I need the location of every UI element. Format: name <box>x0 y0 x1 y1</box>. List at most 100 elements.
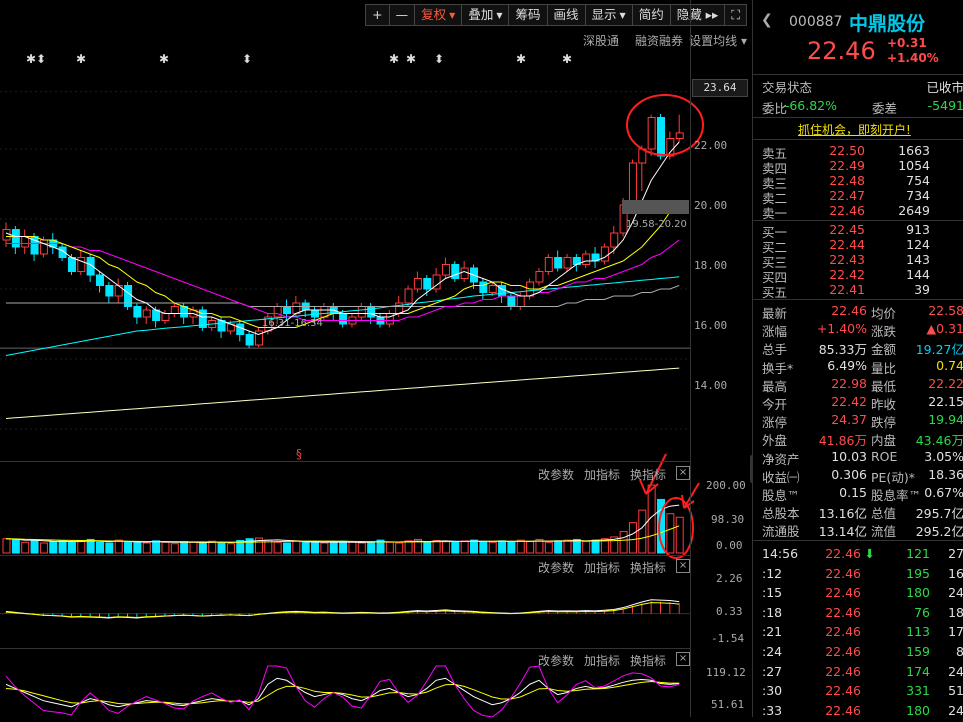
event-marker-icon[interactable]: ✱ <box>406 52 416 66</box>
tick-time: 14:56 <box>762 546 799 561</box>
candle-body <box>404 288 413 304</box>
candle-body <box>161 313 170 321</box>
stat-value: 3.05% <box>924 448 963 464</box>
volume-bar <box>198 542 207 554</box>
stat-value: 22.15 <box>928 394 963 409</box>
tick-count: 24 <box>948 585 963 601</box>
separator <box>753 299 963 300</box>
tick-price: 22.46 <box>825 604 861 620</box>
volume-bar <box>404 540 413 554</box>
candle-body <box>582 253 591 265</box>
separator <box>753 74 963 75</box>
open-account-link[interactable]: 抓住机会，即刻开户! <box>798 121 911 138</box>
candle-body <box>142 309 151 318</box>
macd-switch-indicator-button[interactable]: 换指标 <box>630 559 666 576</box>
candle-body <box>460 267 469 279</box>
volume-bar <box>301 541 310 554</box>
candle-body <box>2 229 11 241</box>
candle-body <box>600 246 609 262</box>
volume-panel-buttons: 改参数 加指标 换指标 × <box>538 466 691 483</box>
stat-label: 最高 <box>762 378 788 394</box>
event-marker-icon[interactable]: ✱ <box>389 52 399 66</box>
bid-price: 22.44 <box>829 237 865 252</box>
candle-body <box>451 264 460 279</box>
bid-volume: 144 <box>906 267 930 282</box>
stat-row: 涨停 24.37 跌停 19.94 <box>753 412 963 431</box>
volume-bar <box>161 541 170 554</box>
volume-bar <box>460 540 469 554</box>
stat-label: 均价 <box>871 306 897 321</box>
candle-body <box>39 239 48 255</box>
bid-volume: 913 <box>906 222 930 237</box>
stat-label: 金额 <box>871 342 897 358</box>
change-percent: +1.40% <box>887 51 939 65</box>
candle-body <box>647 117 656 150</box>
kdj-add-indicator-button[interactable]: 加指标 <box>584 652 620 669</box>
ask-price: 22.47 <box>829 188 865 203</box>
candle-body <box>413 278 422 290</box>
event-marker-icon[interactable]: ⬍ <box>36 52 46 66</box>
chart-canvas[interactable]: ✱ ⬍ ✱ ✱ ⬍ ✱ ✱ ⬍ ✱ ✱19.58-20.2016.31-16.34§ <box>0 0 751 717</box>
ma5-line <box>5 141 680 336</box>
y-axis-label: 16.00 <box>694 319 728 332</box>
stat-label: 总值 <box>871 506 897 522</box>
kdj-close-icon[interactable]: × <box>676 652 691 666</box>
tick-count: 24 <box>948 702 963 718</box>
tick-volume: 174 <box>906 663 930 679</box>
stat-value: 6.49% <box>827 357 867 373</box>
volume-bar <box>292 540 301 554</box>
stat-value: 18.36 <box>928 466 963 482</box>
volume-bar <box>96 541 104 554</box>
macd-edit-params-button[interactable]: 改参数 <box>538 559 574 576</box>
tick-volume: 195 <box>906 565 930 581</box>
quote-panel: ❮ 000887 中鼎股份 22.46 +0.31 +1.40% 交易状态 已收市… <box>752 0 963 718</box>
event-marker-icon[interactable]: ✱ <box>516 52 526 66</box>
macd-axis-label: 0.33 <box>716 605 743 618</box>
volume-bar <box>348 541 357 554</box>
volume-bar <box>432 540 441 554</box>
y-axis-label: 20.00 <box>694 199 728 212</box>
candle-body <box>544 257 553 272</box>
event-marker-icon[interactable]: ✱ <box>26 52 36 66</box>
stat-row: 净资产 10.03 ROE 3.05% <box>753 449 963 468</box>
stat-label: 流通股 <box>762 524 800 540</box>
stat-value: 22.22 <box>928 375 963 391</box>
back-arrow-icon[interactable]: ❮ <box>761 12 773 28</box>
stat-label: 涨跌 <box>871 324 897 340</box>
volume-switch-indicator-button[interactable]: 换指标 <box>630 466 666 483</box>
stat-label: 今开 <box>762 397 788 412</box>
tick-time: :24 <box>762 644 783 659</box>
event-marker-icon[interactable]: ✱ <box>562 52 572 66</box>
candle-body <box>507 295 516 307</box>
tick-time: :18 <box>762 604 783 620</box>
kdj-axis-label: 51.61 <box>711 698 745 711</box>
tick-time: :30 <box>762 683 783 699</box>
kdj-edit-params-button[interactable]: 改参数 <box>538 652 574 669</box>
event-marker-icon[interactable]: ⬍ <box>242 52 252 66</box>
order-ratio-label: 委比 <box>762 101 788 116</box>
trade-status-label: 交易状态 <box>762 80 813 95</box>
volume-bar <box>283 542 291 554</box>
stat-row: 流通股 13.14亿 流值 295.2亿 <box>753 521 963 540</box>
volume-add-indicator-button[interactable]: 加指标 <box>584 466 620 483</box>
volume-bar <box>77 540 86 554</box>
event-marker-icon[interactable]: ✱ <box>159 52 169 66</box>
volume-edit-params-button[interactable]: 改参数 <box>538 466 574 483</box>
order-ratio-row: 委比 -66.82% 委差 -5491 <box>753 98 963 117</box>
stat-label: 股息率™ <box>871 488 922 503</box>
volume-bar <box>58 540 67 554</box>
volume-bar <box>329 541 338 554</box>
separator <box>753 540 963 541</box>
macd-panel-buttons: 改参数 加指标 换指标 × <box>538 559 691 576</box>
kline-chart-area[interactable]: + — 复权 ▼ 叠加 ▼ 筹码 画线 显示 ▼ 简约 隐藏 ▸▸ ⛶ 深股通 融资融券 设置均线 ▾ … <box>0 0 751 717</box>
event-marker-icon[interactable]: ✱ <box>76 52 86 66</box>
volume-close-icon[interactable]: × <box>676 466 691 480</box>
ask-price: 22.49 <box>829 158 865 173</box>
tick-row: :12 22.46 195 16 <box>753 566 963 585</box>
tick-count: 18 <box>948 604 963 620</box>
kdj-switch-indicator-button[interactable]: 换指标 <box>630 652 666 669</box>
macd-close-icon[interactable]: × <box>676 559 691 573</box>
panel-divider <box>0 648 690 649</box>
macd-add-indicator-button[interactable]: 加指标 <box>584 559 620 576</box>
event-marker-icon[interactable]: ⬍ <box>434 52 444 66</box>
